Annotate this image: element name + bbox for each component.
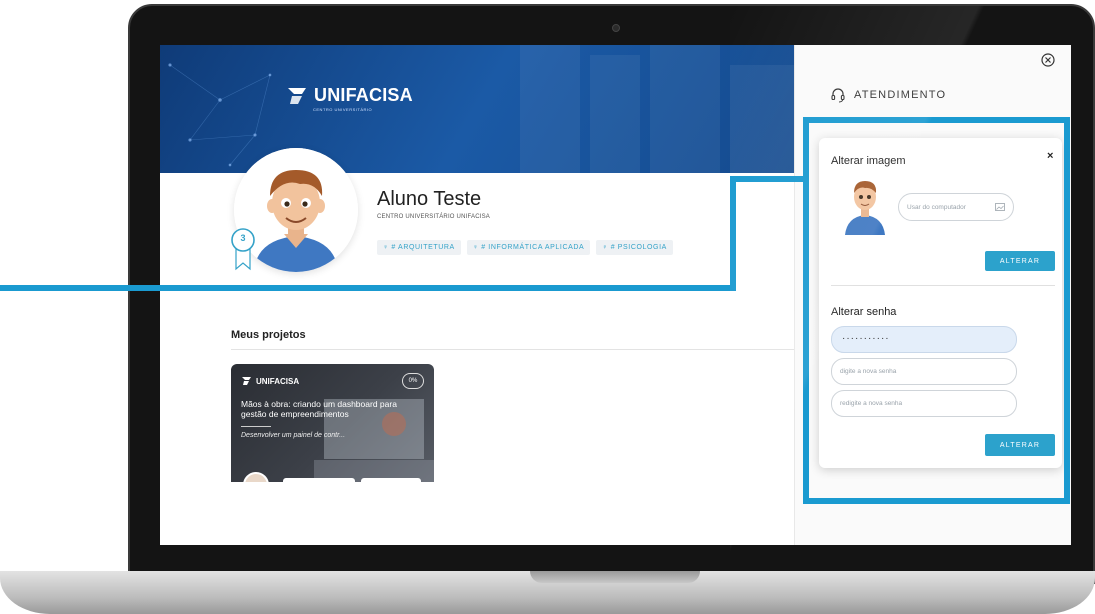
card-secondary-button[interactable] xyxy=(361,478,421,482)
close-icon[interactable] xyxy=(1041,53,1055,67)
highlight-line-vertical xyxy=(730,176,736,291)
headset-icon xyxy=(831,88,845,103)
card-logo-text: UNIFACISA xyxy=(256,376,300,386)
profile-institution: CENTRO UNIVERSITÁRIO UNIFACISA xyxy=(377,214,491,220)
projects-divider xyxy=(231,349,794,350)
tag-informatica[interactable]: ♀ # INFORMÁTICA APLICADA xyxy=(466,240,591,255)
network-pattern xyxy=(168,45,794,173)
card-progress: 0% xyxy=(402,373,424,389)
card-action-button[interactable] xyxy=(283,478,355,482)
support-header[interactable]: ATENDIMENTO xyxy=(830,87,946,103)
tag-arquitetura[interactable]: ♀ # ARQUITETURA xyxy=(377,240,461,255)
profile-name: Aluno Teste xyxy=(377,188,482,210)
project-card[interactable]: UNIFACISA 0% Mãos à obra: criando um das… xyxy=(231,364,434,482)
unifacisa-logo: UNIFACISA xyxy=(286,85,413,106)
profile-banner: UNIFACISA CENTRO UNIVERSITÁRIO xyxy=(160,45,794,173)
tag-label: # PSICOLOGIA xyxy=(610,244,667,251)
highlight-line-horizontal xyxy=(0,285,736,291)
interest-tags: ♀ # ARQUITETURA ♀ # INFORMÁTICA APLICADA… xyxy=(377,240,673,255)
laptop-notch xyxy=(530,571,700,583)
logo-text: UNIFACISA xyxy=(314,85,413,105)
card-description: Desenvolver um painel de contr... xyxy=(241,432,346,439)
highlight-line-connector xyxy=(730,176,807,182)
unifacisa-logo-mark-icon xyxy=(242,377,251,385)
card-title: Mãos à obra: criando um dashboard para g… xyxy=(241,399,397,419)
tag-psicologia[interactable]: ♀ # PSICOLOGIA xyxy=(596,240,673,255)
highlight-box xyxy=(803,117,1070,504)
level-number: 3 xyxy=(240,233,246,243)
projects-heading: Meus projetos xyxy=(231,329,306,341)
card-divider xyxy=(241,426,271,427)
laptop-camera xyxy=(612,24,620,32)
tag-label: # ARQUITETURA xyxy=(391,244,455,251)
unifacisa-logo-mark-icon xyxy=(288,87,306,104)
tag-label: # INFORMÁTICA APLICADA xyxy=(481,244,585,251)
card-logo: UNIFACISA xyxy=(241,376,299,386)
logo-subtitle: CENTRO UNIVERSITÁRIO xyxy=(313,107,373,112)
level-badge: 3 xyxy=(230,227,256,271)
main-content: UNIFACISA CENTRO UNIVERSITÁRIO 3 Aluno T… xyxy=(160,45,794,545)
stage: UNIFACISA CENTRO UNIVERSITÁRIO 3 Aluno T… xyxy=(0,0,1095,614)
support-header-label: ATENDIMENTO xyxy=(854,89,947,101)
card-member-avatar xyxy=(243,472,269,482)
